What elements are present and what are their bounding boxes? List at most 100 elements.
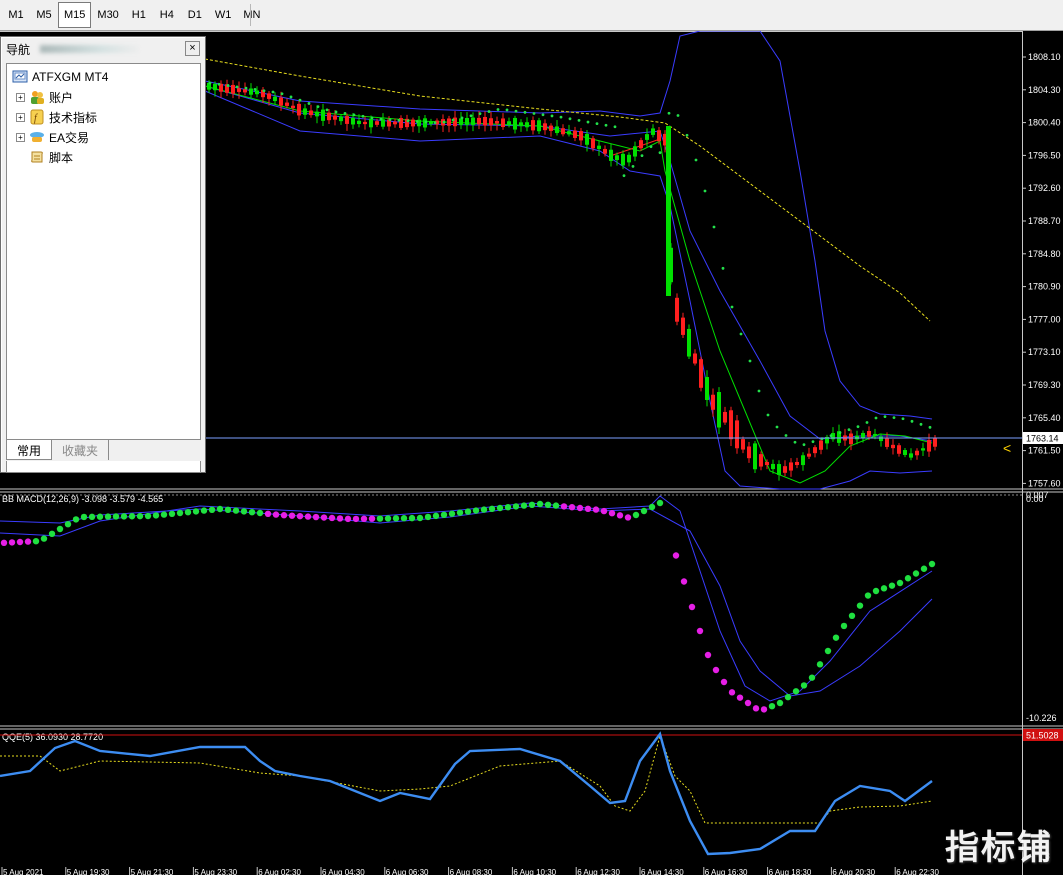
macd-dot: [384, 515, 392, 522]
macd-dot: [352, 515, 360, 523]
macd-dot: [336, 515, 344, 522]
tree-item-scripts[interactable]: 脚本: [29, 148, 73, 166]
navigator-panel[interactable]: 导航 × ATFXGM MT4 + 账户 + f 技术指标 + EA交易 脚本 …: [0, 36, 206, 473]
macd-dot: [216, 505, 224, 513]
candle-body: [753, 443, 757, 470]
candle-body: [465, 118, 469, 125]
sar-dot: [541, 113, 545, 117]
candle-body: [447, 118, 451, 126]
candle-body: [615, 155, 619, 161]
candle-body: [495, 120, 499, 124]
macd-dot: [920, 565, 928, 572]
candle-body: [735, 420, 739, 449]
candle-body: [537, 120, 541, 132]
macd-dot: [48, 530, 56, 537]
candle-body: [237, 88, 241, 92]
sar-dot: [883, 415, 887, 418]
expand-icon[interactable]: +: [16, 92, 25, 102]
navigator-tree[interactable]: ATFXGM MT4 + 账户 + f 技术指标 + EA交易 脚本: [6, 63, 201, 473]
timeframe-w1[interactable]: W1: [209, 2, 238, 28]
sar-dot: [793, 440, 797, 444]
macd-bands: [0, 495, 933, 702]
sar-dot: [217, 82, 221, 86]
sar-dot: [325, 108, 329, 112]
macd-dot: [56, 525, 64, 533]
macd-dot: [232, 507, 240, 514]
timeframe-h1[interactable]: H1: [125, 2, 153, 28]
tab-favorites[interactable]: 收藏夹: [52, 440, 110, 460]
macd-dot: [736, 694, 744, 701]
expand-icon[interactable]: +: [16, 132, 25, 142]
tab-common[interactable]: 常用: [6, 440, 53, 460]
candle-body: [903, 450, 907, 455]
sar-dot: [253, 88, 257, 91]
macd-dot: [928, 560, 936, 568]
sar-dot: [559, 115, 563, 119]
sar-dot: [352, 113, 356, 117]
macd-dot: [64, 521, 72, 528]
candle-body: [591, 138, 595, 149]
macd-dot: [608, 510, 616, 517]
navigator-title-bar[interactable]: 导航: [3, 39, 203, 59]
sar-dot: [532, 112, 536, 115]
timeframe-h4[interactable]: H4: [153, 2, 181, 28]
macd-dot: [784, 693, 792, 701]
timeframe-m15[interactable]: M15: [58, 2, 92, 28]
candle-body: [291, 105, 295, 109]
tree-root[interactable]: ATFXGM MT4: [12, 68, 108, 86]
bollinger-bands: [204, 31, 933, 490]
candle-body: [345, 116, 349, 124]
candle-body: [885, 438, 889, 447]
candle-body: [705, 377, 709, 400]
macd-dot: [592, 506, 600, 513]
candle-body: [693, 353, 697, 364]
candle-body: [699, 359, 703, 388]
macd-dot: [440, 511, 448, 518]
tree-item-accounts[interactable]: + 账户: [16, 88, 73, 106]
price-label: 1808.10: [1028, 52, 1061, 62]
macd-dot: [552, 502, 560, 509]
sar-dot: [343, 112, 347, 115]
sar-dot: [298, 98, 302, 102]
sar-dot: [631, 165, 635, 168]
timeframe-m5[interactable]: M5: [30, 2, 58, 28]
tree-item-indicators[interactable]: + f 技术指标: [16, 108, 97, 126]
parabolic-sar: [208, 81, 932, 447]
time-label: 5 Aug 21:30: [131, 868, 174, 875]
timeframe-mn[interactable]: MN: [237, 2, 266, 28]
navigator-tabs: 常用 收藏夹: [6, 439, 201, 461]
sar-dot: [667, 111, 671, 115]
expand-icon[interactable]: +: [16, 112, 25, 122]
candle-body: [807, 453, 811, 457]
macd-dot: [760, 706, 768, 713]
tree-item-experts[interactable]: + EA交易: [16, 128, 89, 146]
macd-dot: [904, 575, 912, 582]
sar-dot: [910, 419, 914, 423]
macd-dot: [640, 507, 648, 515]
macd-dot: [520, 502, 528, 509]
candle-body: [543, 123, 547, 131]
timeframe-d1[interactable]: D1: [181, 2, 209, 28]
tree-item-label: 账户: [49, 90, 74, 105]
macd-dot: [824, 647, 832, 655]
shift-marker: <: [1003, 440, 1011, 456]
sar-dot: [901, 417, 905, 421]
tree-item-label: 脚本: [49, 150, 74, 165]
candle-body: [297, 103, 301, 116]
close-icon[interactable]: ×: [185, 41, 200, 56]
macd-dot: [312, 513, 320, 521]
macd-dot: [728, 689, 736, 696]
macd-dot: [672, 552, 680, 559]
timeframe-m30[interactable]: M30: [91, 2, 124, 28]
macd-band-upper: [0, 495, 933, 702]
candle-body: [309, 110, 313, 116]
sar-dot: [595, 122, 599, 126]
macd-dot: [88, 513, 96, 521]
watermark-text: 指标铺: [945, 828, 1053, 868]
time-label: 5 Aug 2021: [3, 868, 44, 875]
candle-body: [363, 121, 367, 125]
sar-dot: [784, 434, 788, 437]
candle-body: [609, 149, 613, 161]
timeframe-m1[interactable]: M1: [2, 2, 30, 28]
time-label: 6 Aug 20:30: [832, 868, 875, 875]
